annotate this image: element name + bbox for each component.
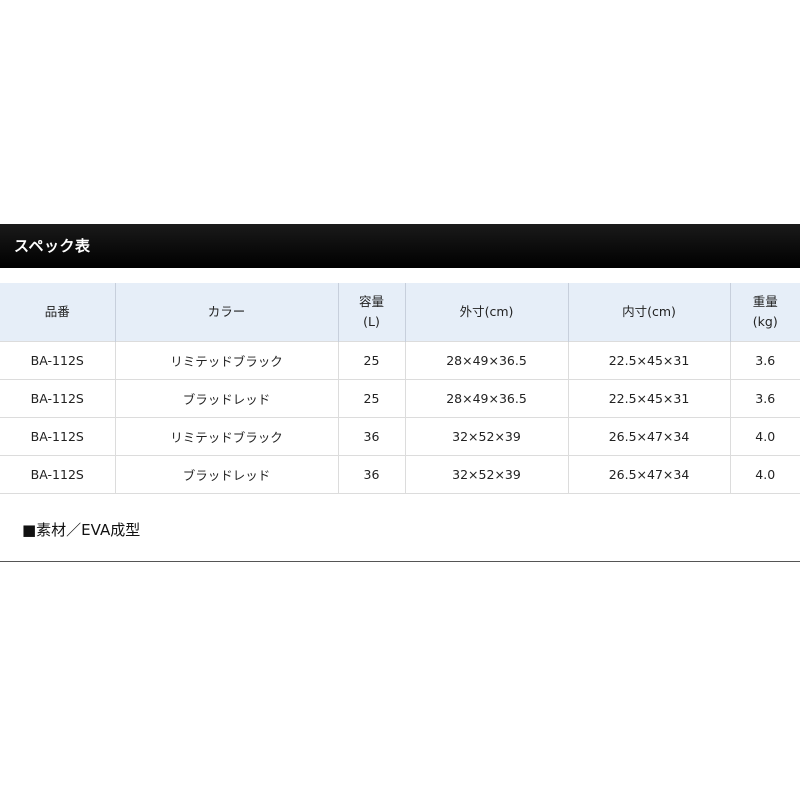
cell-capacity: 36 bbox=[337, 417, 406, 456]
header-weight: 重量 (kg) bbox=[729, 283, 800, 342]
header-outer-dimensions: 外寸(cm) bbox=[404, 283, 569, 342]
cell-weight: 3.6 bbox=[729, 341, 800, 380]
cell-inner-dimensions: 26.5×47×34 bbox=[567, 455, 731, 494]
cell-outer-dimensions: 32×52×39 bbox=[404, 417, 569, 456]
cell-product-number: BA-112S bbox=[0, 455, 116, 494]
table-row: BA-112S ブラッドレッド 25 28×49×36.5 22.5×45×31… bbox=[0, 379, 800, 418]
table-row: BA-112S リミテッドブラック 36 32×52×39 26.5×47×34… bbox=[0, 417, 800, 456]
cell-color: リミテッドブラック bbox=[114, 341, 339, 380]
cell-color: ブラッドレッド bbox=[114, 455, 339, 494]
header-inner-dimensions: 内寸(cm) bbox=[567, 283, 731, 342]
table-row: BA-112S ブラッドレッド 36 32×52×39 26.5×47×34 4… bbox=[0, 455, 800, 494]
cell-inner-dimensions: 22.5×45×31 bbox=[567, 379, 731, 418]
cell-capacity: 36 bbox=[337, 455, 406, 494]
cell-inner-dimensions: 26.5×47×34 bbox=[567, 417, 731, 456]
cell-capacity: 25 bbox=[337, 379, 406, 418]
spec-section-title: スペック表 bbox=[14, 237, 91, 255]
cell-outer-dimensions: 32×52×39 bbox=[404, 455, 569, 494]
spec-table: 品番 カラー 容量 (L) 外寸(cm) 内寸(cm) 重量 (kg) BA-112… bbox=[0, 283, 800, 494]
section-divider bbox=[0, 561, 800, 562]
spec-section-header: スペック表 bbox=[0, 224, 800, 268]
table-row: BA-112S リミテッドブラック 25 28×49×36.5 22.5×45×… bbox=[0, 341, 800, 380]
header-capacity: 容量 (L) bbox=[337, 283, 406, 342]
cell-weight: 4.0 bbox=[729, 455, 800, 494]
cell-outer-dimensions: 28×49×36.5 bbox=[404, 341, 569, 380]
cell-weight: 3.6 bbox=[729, 379, 800, 418]
cell-product-number: BA-112S bbox=[0, 341, 116, 380]
header-product-number: 品番 bbox=[0, 283, 116, 342]
cell-capacity: 25 bbox=[337, 341, 406, 380]
cell-product-number: BA-112S bbox=[0, 379, 116, 418]
cell-weight: 4.0 bbox=[729, 417, 800, 456]
cell-color: ブラッドレッド bbox=[114, 379, 339, 418]
material-note: ■素材／EVA成型 bbox=[22, 521, 141, 539]
cell-color: リミテッドブラック bbox=[114, 417, 339, 456]
header-color: カラー bbox=[114, 283, 339, 342]
cell-outer-dimensions: 28×49×36.5 bbox=[404, 379, 569, 418]
table-header-row: 品番 カラー 容量 (L) 外寸(cm) 内寸(cm) 重量 (kg) bbox=[0, 283, 800, 342]
cell-inner-dimensions: 22.5×45×31 bbox=[567, 341, 731, 380]
cell-product-number: BA-112S bbox=[0, 417, 116, 456]
